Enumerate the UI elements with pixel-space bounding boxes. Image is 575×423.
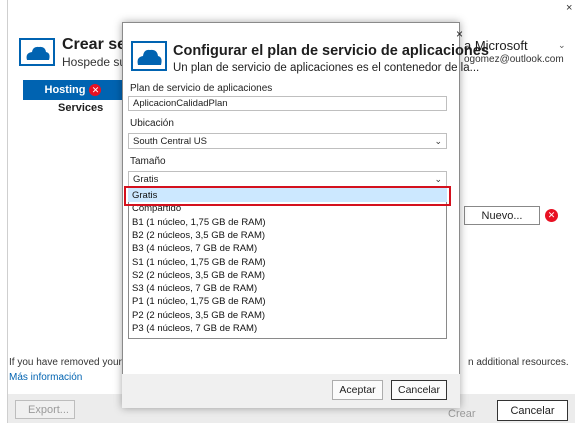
info-text-continued: n additional resources. <box>468 357 569 368</box>
window-border <box>7 0 8 423</box>
size-select[interactable]: Gratis ⌄ <box>128 171 447 187</box>
size-option[interactable]: P3 (4 núcleos, 7 GB de RAM) <box>132 323 257 334</box>
size-option[interactable]: P2 (2 núcleos, 3,5 GB de RAM) <box>132 310 265 321</box>
size-option[interactable]: S3 (4 núcleos, 7 GB de RAM) <box>132 283 257 294</box>
dialog-cancel-button[interactable]: Cancelar <box>391 380 447 400</box>
size-value: Gratis <box>133 173 159 185</box>
location-label: Ubicación <box>130 118 174 129</box>
chevron-down-icon[interactable]: ⌄ <box>558 40 566 51</box>
chevron-down-icon: ⌄ <box>434 135 442 146</box>
dialog-subtitle: Un plan de servicio de aplicaciones es e… <box>173 62 480 74</box>
ok-button[interactable]: Aceptar <box>332 380 383 400</box>
error-icon: ✕ <box>89 84 102 96</box>
size-option[interactable]: B3 (4 núcleos, 7 GB de RAM) <box>132 243 257 254</box>
dialog-title: Configurar el plan de servicio de aplica… <box>173 43 489 59</box>
dialog-close-icon[interactable]: × <box>456 27 463 41</box>
size-option[interactable]: S1 (1 núcleo, 1,75 GB de RAM) <box>132 257 266 268</box>
plan-name-value: AplicacionCalidadPlan <box>133 98 228 109</box>
plan-name-input[interactable]: AplicacionCalidadPlan <box>128 96 447 111</box>
info-text: If you have removed your s <box>9 357 130 368</box>
azure-cloud-icon <box>131 41 167 71</box>
location-value: South Central US <box>133 135 207 147</box>
size-option[interactable]: B2 (2 núcleos, 3,5 GB de RAM) <box>132 230 265 241</box>
size-label: Tamaño <box>130 156 166 167</box>
location-select[interactable]: South Central US ⌄ <box>128 133 447 149</box>
size-option[interactable]: P1 (1 núcleo, 1,75 GB de RAM) <box>132 296 266 307</box>
new-button[interactable]: Nuevo... <box>464 206 540 225</box>
tab-hosting[interactable]: Hosting ✕ <box>23 80 123 100</box>
azure-cloud-icon <box>19 38 55 66</box>
chevron-down-icon: ⌄ <box>434 173 442 184</box>
tab-hosting-label: Hosting <box>44 84 86 96</box>
tab-services[interactable]: Services <box>58 102 103 114</box>
error-icon: ✕ <box>545 209 558 222</box>
create-button[interactable]: Crear <box>448 408 476 420</box>
size-option[interactable]: S2 (2 núcleos, 3,5 GB de RAM) <box>132 270 265 281</box>
plan-label: Plan de servicio de aplicaciones <box>130 83 273 94</box>
size-option[interactable]: B1 (1 núcleo, 1,75 GB de RAM) <box>132 217 266 228</box>
export-button[interactable]: Export... <box>15 400 75 419</box>
highlight-annotation <box>124 186 451 206</box>
close-icon[interactable]: × <box>566 2 572 14</box>
cancel-button[interactable]: Cancelar <box>497 400 568 421</box>
more-info-link[interactable]: Más información <box>9 372 82 383</box>
